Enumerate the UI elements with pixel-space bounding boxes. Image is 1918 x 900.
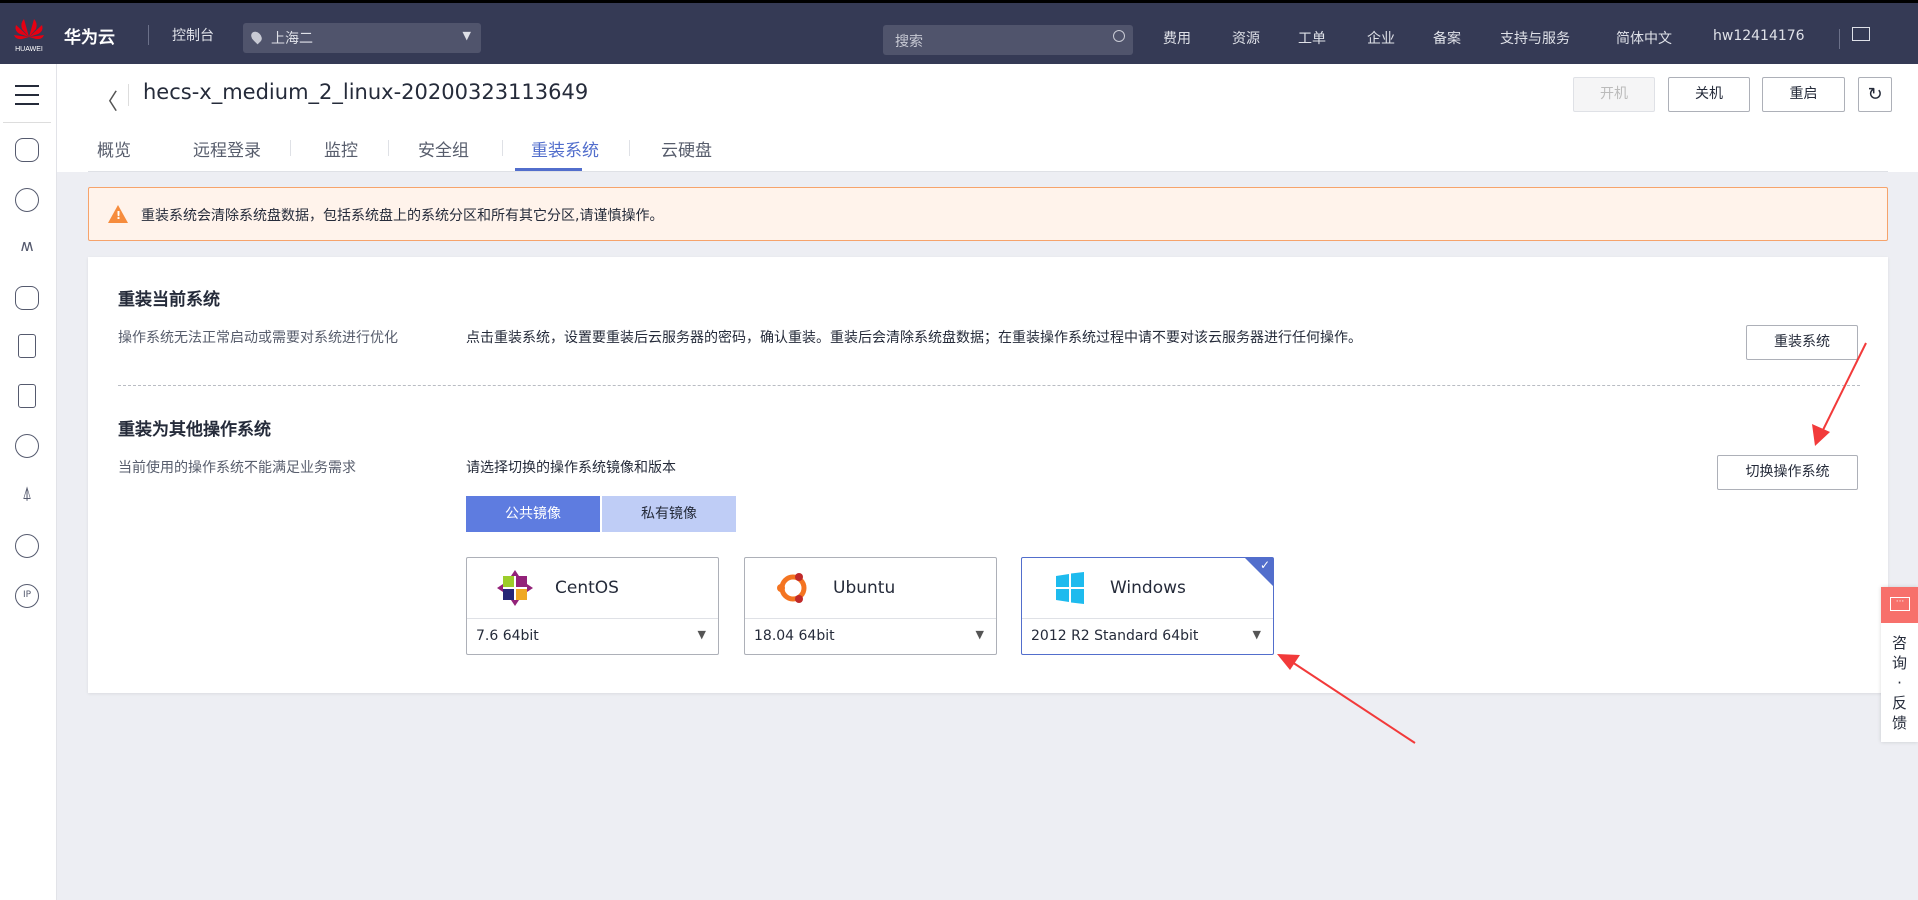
nav-fees[interactable]: 费用 (1163, 28, 1191, 48)
chat-icon[interactable]: ··· (1881, 587, 1918, 623)
warning-icon (108, 205, 128, 223)
centos-logo-icon (497, 570, 533, 606)
caret-down-icon: ▼ (975, 628, 984, 641)
backup-icon[interactable] (18, 384, 36, 408)
os-card-centos[interactable]: CentOS 7.6 64bit ▼ (466, 557, 719, 655)
selected-check-icon: ✓ (1245, 558, 1273, 586)
os-card-ubuntu[interactable]: Ubuntu 18.04 64bit ▼ (744, 557, 997, 655)
section-desc: 当前使用的操作系统不能满足业务需求 (118, 460, 356, 476)
ip-icon[interactable]: IP (15, 584, 39, 608)
tab-overview[interactable]: 概览 (97, 136, 131, 161)
network-icon[interactable]: ʍ (15, 236, 39, 260)
nav-tickets[interactable]: 工单 (1298, 28, 1326, 48)
nav-language[interactable]: 简体中文 (1616, 28, 1672, 48)
nav-enterprise[interactable]: 企业 (1367, 28, 1395, 48)
divider (148, 25, 149, 45)
menu-icon[interactable] (15, 85, 39, 112)
version-select[interactable]: 7.6 64bit ▼ (467, 618, 718, 655)
os-card-windows[interactable]: Windows ✓ 2012 R2 Standard 64bit ▼ (1021, 557, 1274, 655)
divider (128, 84, 129, 106)
sidebar: ʍ ⍋ IP (0, 64, 57, 900)
cloud-icon[interactable] (15, 434, 39, 458)
location-pin-icon (249, 29, 264, 45)
windows-logo-icon (1056, 572, 1084, 604)
divider (88, 171, 1888, 172)
mail-icon[interactable] (1852, 27, 1870, 41)
tab-private-image[interactable]: 私有镜像 (602, 496, 736, 532)
os-name: Windows (1110, 578, 1186, 598)
search-input[interactable]: 搜索 (883, 25, 1133, 55)
caret-down-icon: ▼ (1252, 628, 1261, 641)
deploy-icon[interactable]: ⍋ (15, 484, 39, 508)
tab-monitoring[interactable]: 监控 (324, 136, 358, 161)
section-detail: 点击重装系统，设置要重装后云服务器的密码，确认重装。重装后会清除系统盘数据；在重… (466, 330, 1362, 346)
section-title: 重装当前系统 (118, 290, 220, 310)
top-nav-bar: HUAWEI 华为云 控制台 上海二 ▼ 搜索 费用 资源 工单 企业 备案 支… (0, 0, 1918, 64)
feedback-char: 反 (1891, 694, 1907, 712)
feedback-char: 馈 (1891, 714, 1907, 732)
huawei-logo[interactable]: HUAWEI (12, 15, 46, 55)
feedback-char: 咨 (1891, 634, 1907, 652)
divider (629, 140, 630, 156)
divider (3, 122, 51, 123)
reinstall-button[interactable]: 重装系统 (1746, 325, 1858, 360)
nav-support[interactable]: 支持与服务 (1500, 28, 1570, 48)
divider (1839, 29, 1840, 49)
dashed-divider (118, 385, 1860, 386)
version-select[interactable]: 18.04 64bit ▼ (745, 618, 996, 655)
version-value: 2012 R2 Standard 64bit (1031, 628, 1199, 644)
version-select[interactable]: 2012 R2 Standard 64bit ▼ (1022, 618, 1273, 655)
tab-reinstall[interactable]: 重装系统 (531, 136, 599, 161)
divider (290, 140, 291, 156)
cluster-icon[interactable] (15, 188, 39, 212)
tab-cloud-disk[interactable]: 云硬盘 (661, 136, 712, 161)
nav-username[interactable]: hw12414176 (1713, 28, 1805, 44)
nav-filing[interactable]: 备案 (1433, 28, 1461, 48)
page-title: hecs-x_medium_2_linux-20200323113649 (143, 80, 589, 104)
feedback-char: · (1897, 674, 1902, 692)
version-value: 7.6 64bit (476, 628, 539, 644)
os-name: Ubuntu (833, 578, 896, 598)
section-detail: 请选择切换的操作系统镜像和版本 (466, 460, 676, 476)
storage-icon[interactable] (15, 286, 39, 310)
tab-remote-login[interactable]: 远程登录 (193, 136, 261, 161)
ecs-icon[interactable] (15, 138, 39, 162)
reinstall-card: 重装当前系统 操作系统无法正常启动或需要对系统进行优化 点击重装系统，设置要重装… (88, 257, 1888, 693)
device-icon[interactable] (18, 334, 36, 358)
version-value: 18.04 64bit (754, 628, 835, 644)
nav-resources[interactable]: 资源 (1232, 28, 1260, 48)
section-desc: 操作系统无法正常启动或需要对系统进行优化 (118, 330, 398, 346)
stop-button[interactable]: 关机 (1668, 77, 1750, 112)
caret-down-icon: ▼ (462, 29, 471, 42)
brand-name[interactable]: 华为云 (64, 23, 115, 48)
start-button[interactable]: 开机 (1573, 77, 1655, 112)
ubuntu-logo-icon (777, 573, 807, 603)
divider (502, 140, 503, 156)
restart-button[interactable]: 重启 (1762, 77, 1845, 112)
warning-banner: 重装系统会清除系统盘数据，包括系统盘上的系统分区和所有其它分区,请谨慎操作。 (88, 187, 1888, 241)
feedback-widget[interactable]: ··· 咨 询 · 反 馈 (1881, 587, 1918, 742)
os-name: CentOS (555, 578, 619, 598)
console-link[interactable]: 控制台 (172, 25, 214, 45)
tab-public-image[interactable]: 公共镜像 (466, 496, 600, 532)
feedback-char: 询 (1891, 654, 1907, 672)
region-select[interactable]: 上海二 ▼ (243, 23, 481, 53)
globe-icon[interactable] (15, 534, 39, 558)
svg-text:HUAWEI: HUAWEI (15, 46, 43, 53)
refresh-icon[interactable]: ↻ (1858, 77, 1892, 112)
search-placeholder: 搜索 (895, 34, 923, 50)
divider (388, 140, 389, 156)
tab-security-group[interactable]: 安全组 (418, 136, 469, 161)
back-icon[interactable]: 〈 (96, 84, 118, 116)
search-icon[interactable] (1113, 30, 1125, 42)
switch-os-button[interactable]: 切换操作系统 (1717, 455, 1858, 490)
region-value: 上海二 (271, 31, 313, 47)
section-title: 重装为其他操作系统 (118, 420, 271, 440)
warning-text: 重装系统会清除系统盘数据，包括系统盘上的系统分区和所有其它分区,请谨慎操作。 (141, 208, 664, 224)
caret-down-icon: ▼ (697, 628, 706, 641)
